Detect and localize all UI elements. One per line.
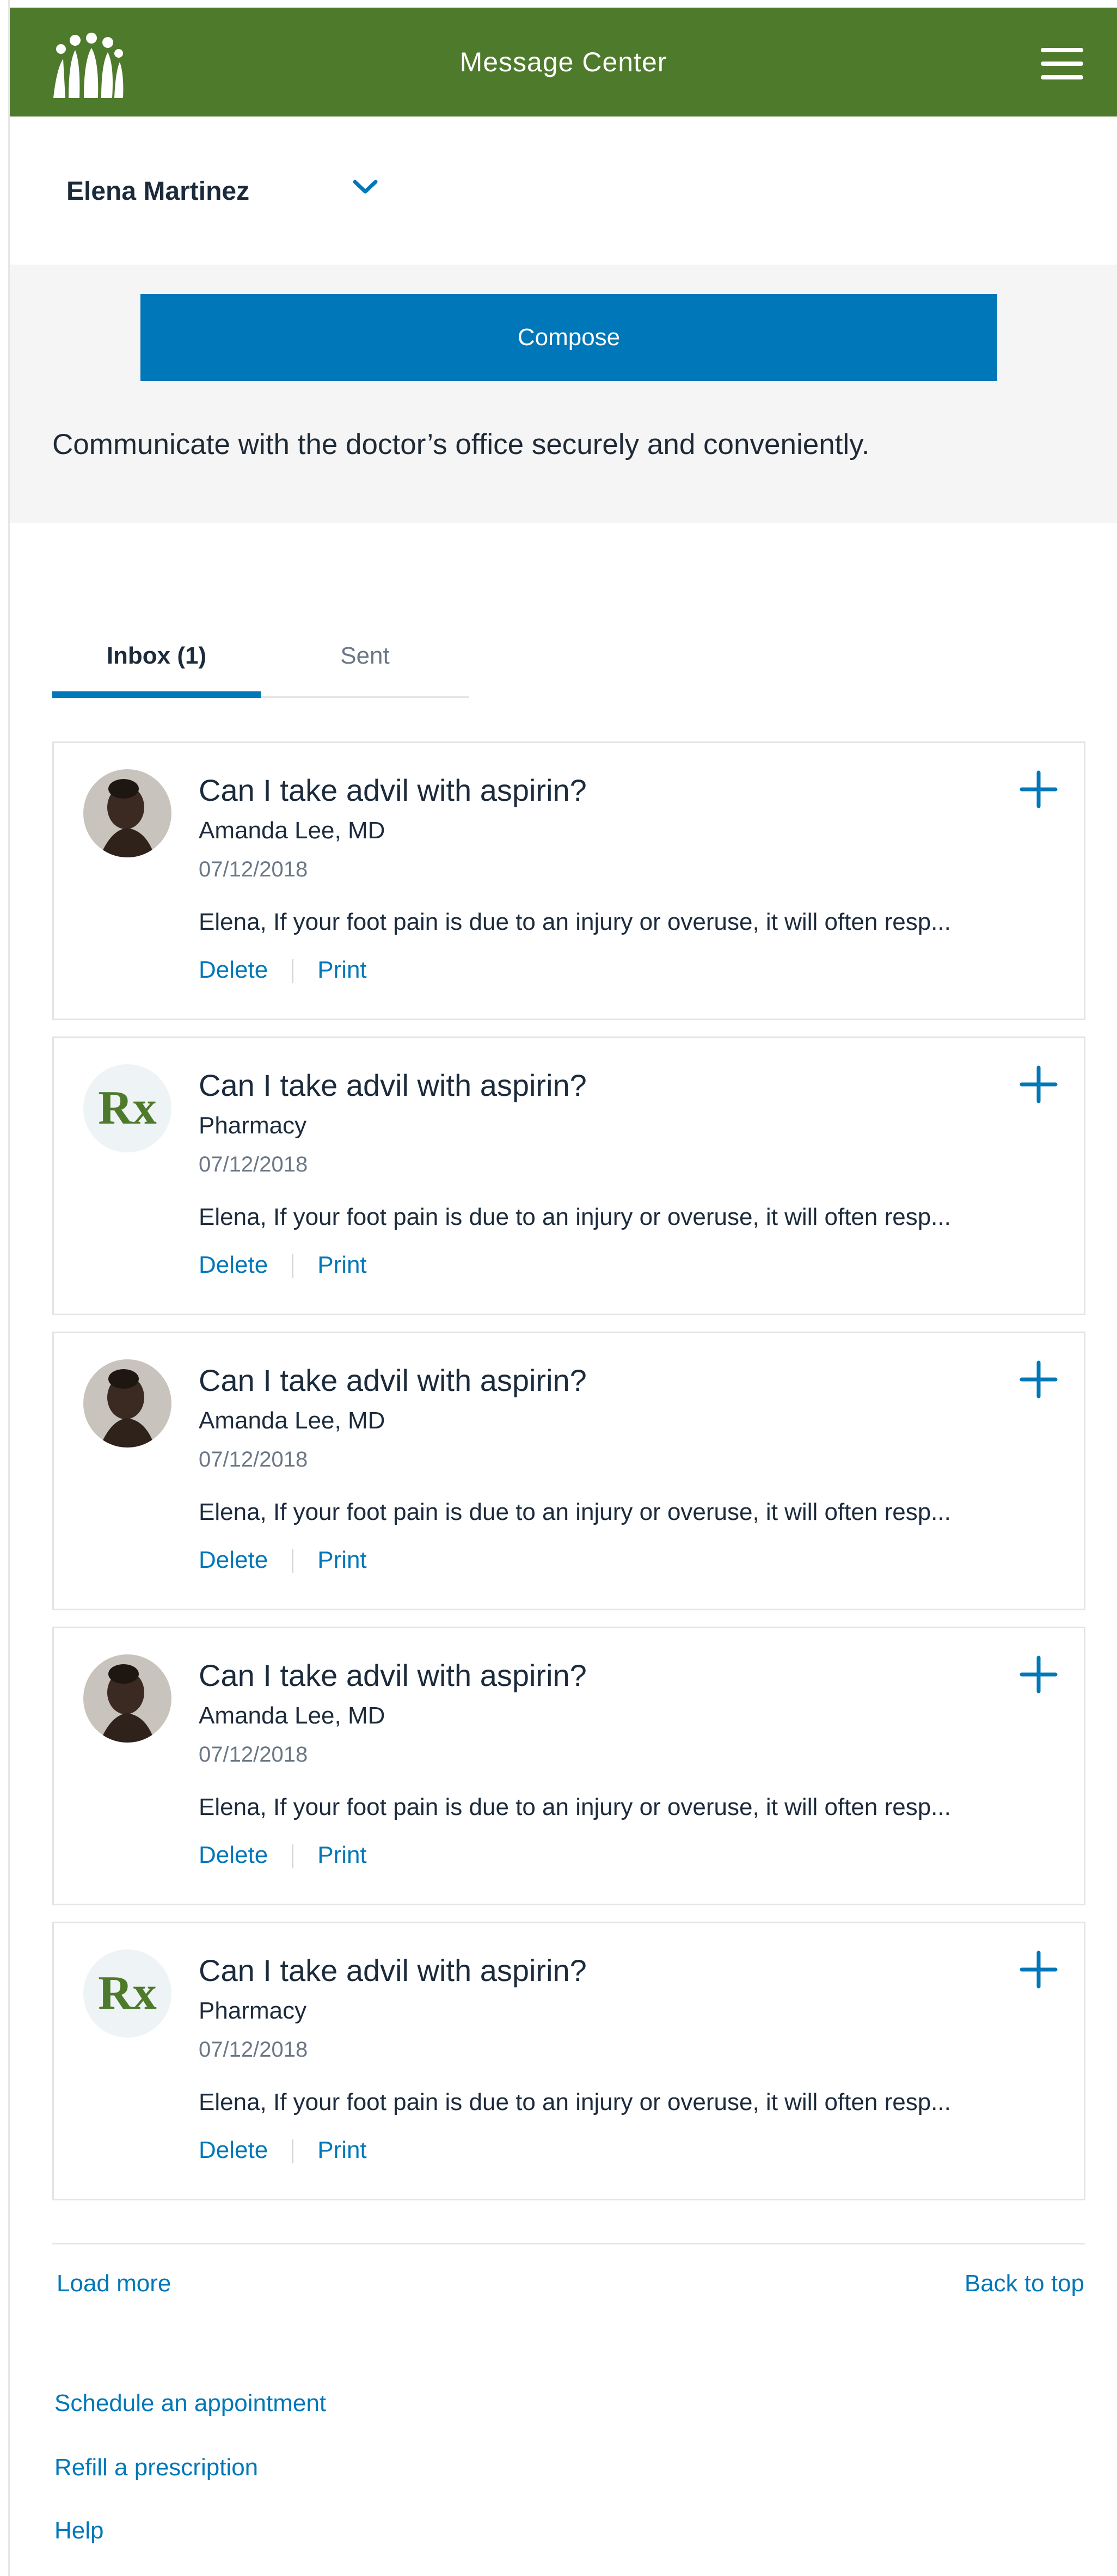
message-preview: Elena, If your foot pain is due to an in… bbox=[199, 1794, 951, 1820]
hamburger-menu-icon[interactable] bbox=[1041, 48, 1083, 81]
message-date: 07/12/2018 bbox=[199, 1743, 308, 1767]
tab-inbox[interactable]: Inbox (1) bbox=[52, 631, 261, 698]
message-actions: Delete Print bbox=[199, 1252, 367, 1282]
plus-icon[interactable] bbox=[1018, 1654, 1059, 1695]
compose-panel: Compose Communicate with the doctor’s of… bbox=[10, 265, 1117, 523]
rx-icon: Rx bbox=[83, 1064, 171, 1152]
message-sender: Pharmacy bbox=[199, 1997, 307, 2024]
message-preview: Elena, If your foot pain is due to an in… bbox=[199, 1499, 951, 1525]
refill-prescription-link[interactable]: Refill a prescription bbox=[54, 2454, 258, 2481]
divider bbox=[292, 1254, 294, 1279]
account-name[interactable]: Elena Martinez bbox=[66, 176, 249, 206]
print-link[interactable]: Print bbox=[317, 2137, 366, 2163]
message-center-page: Message Center Elena Martinez Compose Co… bbox=[0, 0, 1117, 2576]
message-subject[interactable]: Can I take advil with aspirin? bbox=[199, 1068, 587, 1103]
account-selector[interactable]: Elena Martinez bbox=[10, 116, 1117, 265]
app-header: Message Center bbox=[10, 8, 1117, 116]
message-preview: Elena, If your foot pain is due to an in… bbox=[199, 2089, 951, 2115]
print-link[interactable]: Print bbox=[317, 956, 366, 983]
message-subject[interactable]: Can I take advil with aspirin? bbox=[199, 1658, 587, 1693]
divider bbox=[292, 1549, 294, 1574]
delete-link[interactable]: Delete bbox=[199, 956, 268, 983]
message-date: 07/12/2018 bbox=[199, 1152, 308, 1176]
help-link[interactable]: Help bbox=[54, 2517, 104, 2544]
plus-icon[interactable] bbox=[1018, 1359, 1059, 1400]
message-preview: Elena, If your foot pain is due to an in… bbox=[199, 909, 951, 935]
message-actions: Delete Print bbox=[199, 1842, 367, 1872]
message-card[interactable]: Can I take advil with aspirin? Amanda Le… bbox=[52, 741, 1085, 1020]
message-sender: Amanda Lee, MD bbox=[199, 1407, 385, 1434]
plus-icon[interactable] bbox=[1018, 769, 1059, 809]
print-link[interactable]: Print bbox=[317, 1547, 366, 1573]
intro-text: Communicate with the doctor’s office sec… bbox=[52, 428, 870, 461]
message-sender: Pharmacy bbox=[199, 1112, 307, 1139]
chevron-down-icon[interactable] bbox=[352, 177, 379, 197]
message-subject[interactable]: Can I take advil with aspirin? bbox=[199, 772, 587, 808]
message-sender: Amanda Lee, MD bbox=[199, 817, 385, 844]
delete-link[interactable]: Delete bbox=[199, 1252, 268, 1278]
message-card[interactable]: Rx Can I take advil with aspirin? Pharma… bbox=[52, 1036, 1085, 1315]
message-actions: Delete Print bbox=[199, 956, 367, 987]
divider bbox=[292, 959, 294, 984]
message-actions: Delete Print bbox=[199, 1547, 367, 1577]
message-subject[interactable]: Can I take advil with aspirin? bbox=[199, 1953, 587, 1988]
message-sender: Amanda Lee, MD bbox=[199, 1702, 385, 1729]
print-link[interactable]: Print bbox=[317, 1842, 366, 1868]
back-to-top-link[interactable]: Back to top bbox=[965, 2270, 1084, 2297]
message-subject[interactable]: Can I take advil with aspirin? bbox=[199, 1363, 587, 1398]
schedule-appointment-link[interactable]: Schedule an appointment bbox=[54, 2390, 326, 2417]
avatar bbox=[83, 1359, 171, 1448]
message-card[interactable]: Can I take advil with aspirin? Amanda Le… bbox=[52, 1627, 1085, 1905]
message-actions: Delete Print bbox=[199, 2137, 367, 2167]
section-divider bbox=[52, 2243, 1085, 2244]
compose-button[interactable]: Compose bbox=[140, 294, 997, 381]
rx-icon-label: Rx bbox=[98, 1967, 157, 2020]
message-card[interactable]: Rx Can I take advil with aspirin? Pharma… bbox=[52, 1922, 1085, 2200]
tab-sent[interactable]: Sent bbox=[261, 631, 469, 698]
plus-icon[interactable] bbox=[1018, 1949, 1059, 1990]
divider bbox=[292, 2139, 294, 2164]
load-more-link[interactable]: Load more bbox=[57, 2270, 171, 2297]
message-date: 07/12/2018 bbox=[199, 2038, 308, 2062]
avatar bbox=[83, 769, 171, 857]
left-edge bbox=[0, 0, 10, 2576]
rx-icon: Rx bbox=[83, 1949, 171, 2038]
delete-link[interactable]: Delete bbox=[199, 1547, 268, 1573]
delete-link[interactable]: Delete bbox=[199, 2137, 268, 2163]
divider bbox=[292, 1844, 294, 1869]
message-date: 07/12/2018 bbox=[199, 857, 308, 881]
message-tabs: Inbox (1) Sent bbox=[52, 631, 469, 698]
plus-icon[interactable] bbox=[1018, 1064, 1059, 1105]
avatar bbox=[83, 1654, 171, 1743]
message-date: 07/12/2018 bbox=[199, 1448, 308, 1471]
page-title: Message Center bbox=[459, 47, 667, 77]
message-card[interactable]: Can I take advil with aspirin? Amanda Le… bbox=[52, 1332, 1085, 1610]
delete-link[interactable]: Delete bbox=[199, 1842, 268, 1868]
message-preview: Elena, If your foot pain is due to an in… bbox=[199, 1204, 951, 1230]
rx-icon-label: Rx bbox=[98, 1082, 157, 1134]
print-link[interactable]: Print bbox=[317, 1252, 366, 1278]
